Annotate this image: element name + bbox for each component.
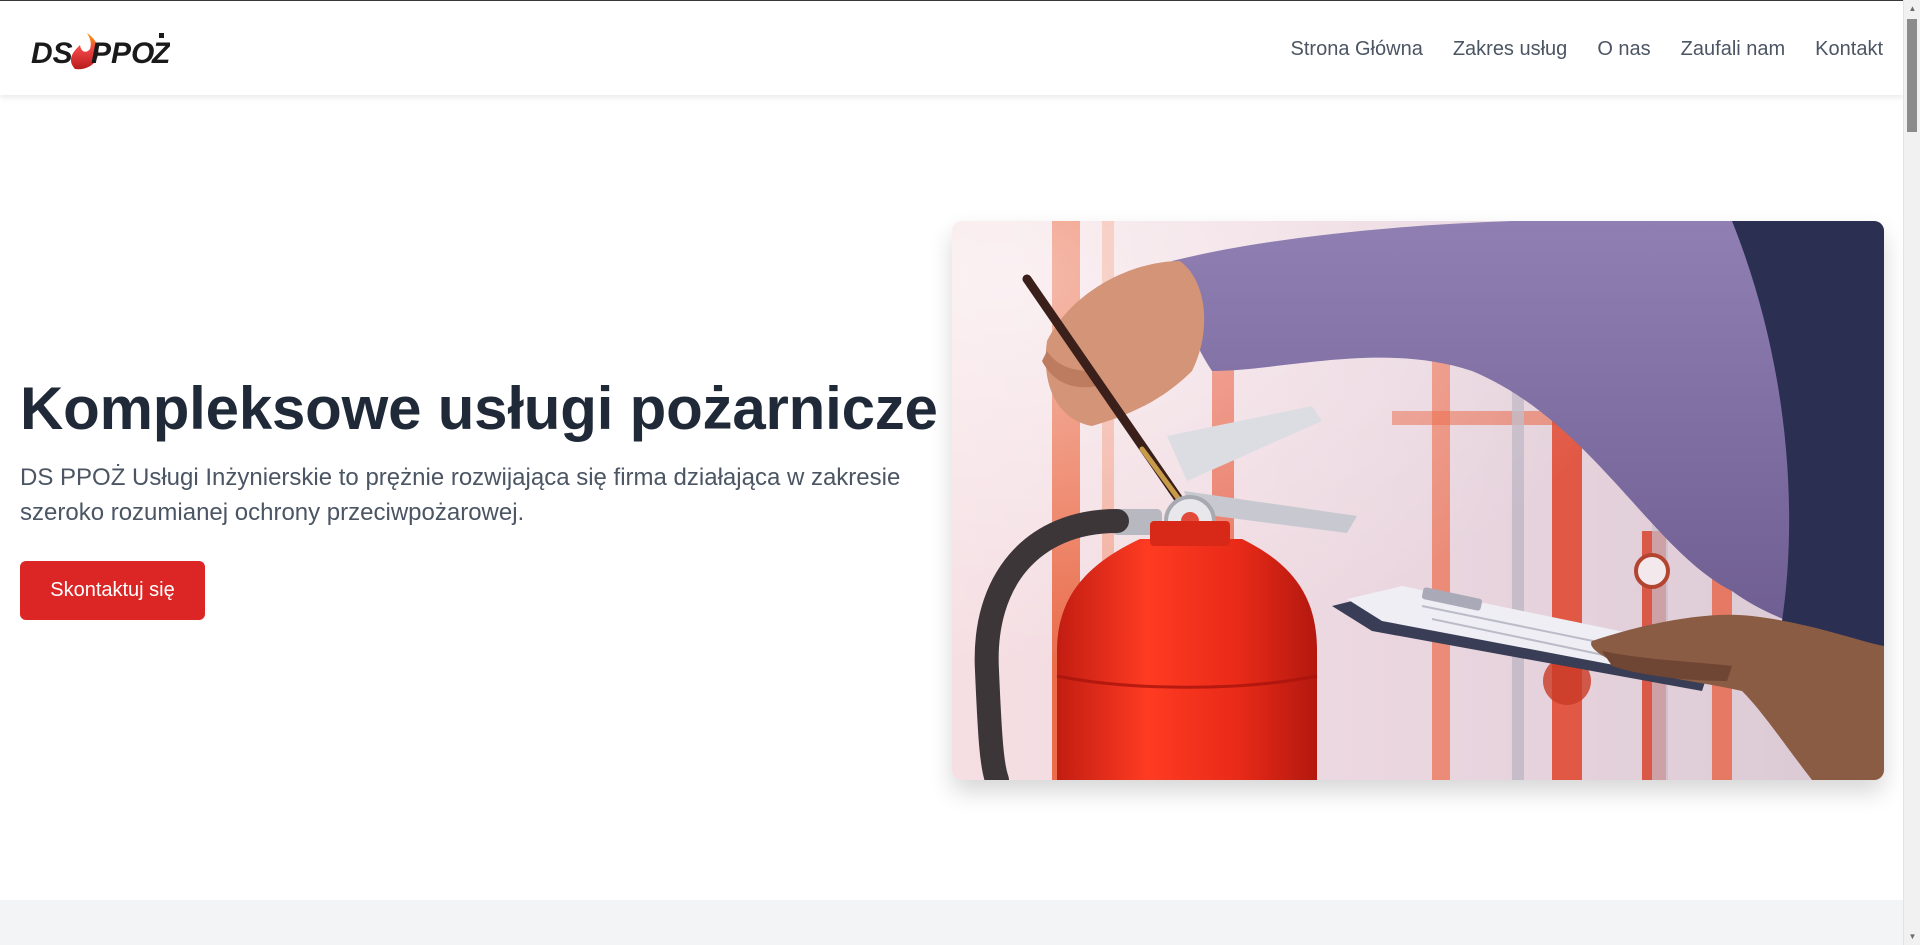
logo-graphic: DS PPO Z [31, 33, 172, 70]
svg-text:Z: Z [151, 37, 170, 70]
scroll-up-arrow-icon[interactable]: ▲ [1904, 0, 1920, 17]
svg-text:PPO: PPO [91, 37, 154, 70]
svg-text:DS: DS [31, 37, 73, 70]
contact-cta-button[interactable]: Skontaktuj się [20, 561, 205, 620]
hero-image [952, 221, 1884, 780]
nav-link-home[interactable]: Strona Główna [1291, 38, 1423, 61]
next-section-preview [0, 900, 1903, 945]
page-scrollbar[interactable]: ▲ ▼ [1903, 0, 1920, 945]
scroll-down-arrow-icon[interactable]: ▼ [1904, 928, 1920, 945]
nav-link-about[interactable]: O nas [1597, 38, 1650, 61]
brand-logo[interactable]: DS PPO Z [20, 21, 172, 79]
hero-description: DS PPOŻ Usługi Inżynierskie to prężnie r… [20, 464, 901, 526]
navbar: DS PPO Z Strona Główna Zakres usług O na… [0, 1, 1903, 95]
scrollbar-thumb[interactable] [1907, 19, 1917, 132]
nav-link-services[interactable]: Zakres usług [1453, 38, 1568, 61]
nav-link-contact[interactable]: Kontakt [1815, 38, 1883, 61]
page: DS PPO Z Strona Główna Zakres usług O na… [0, 0, 1903, 945]
nav-link-clients[interactable]: Zaufali nam [1681, 38, 1786, 61]
hero-title: Kompleksowe usługi pożarnicze [20, 375, 938, 442]
main-nav: Strona Główna Zakres usług O nas Zaufali… [1291, 1, 1883, 97]
fire-extinguisher-illustration [952, 221, 1884, 780]
